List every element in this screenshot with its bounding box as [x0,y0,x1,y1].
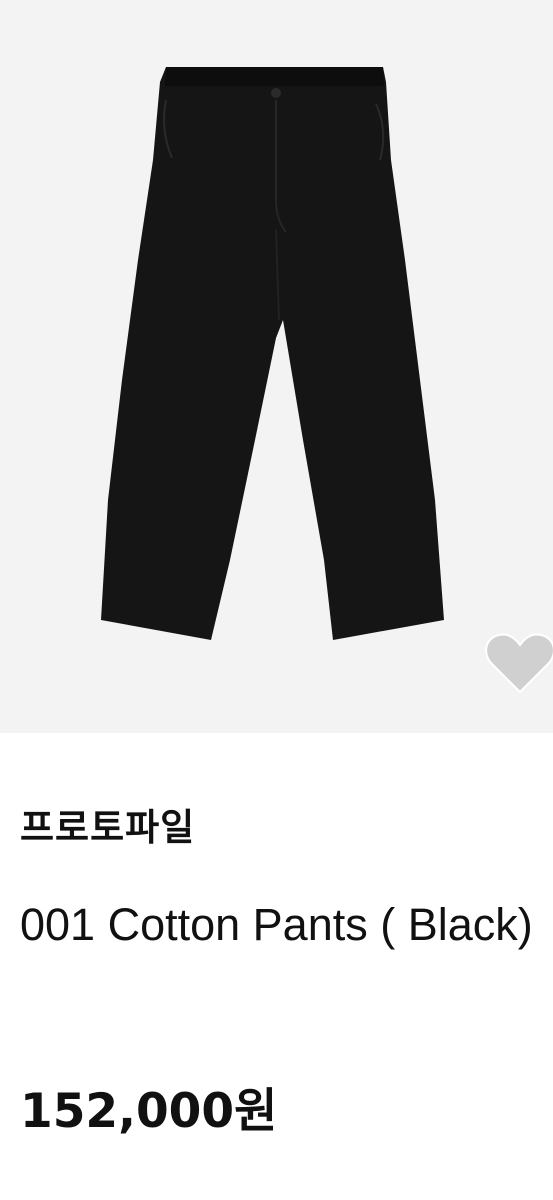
brand-name[interactable]: 프로토파일 [20,800,195,856]
heart-icon [485,633,553,694]
product-price: 152,000원 [20,1084,278,1139]
button [271,88,281,98]
pants-shape [101,67,444,640]
wishlist-button[interactable] [484,630,553,694]
product-title[interactable]: 001 Cotton Pants ( Black) [20,888,545,962]
waistband [165,67,384,86]
pants-illustration [101,67,444,640]
product-image[interactable] [0,0,553,733]
product-card[interactable]: 프로토파일 001 Cotton Pants ( Black) 152,000원 [0,0,553,1200]
